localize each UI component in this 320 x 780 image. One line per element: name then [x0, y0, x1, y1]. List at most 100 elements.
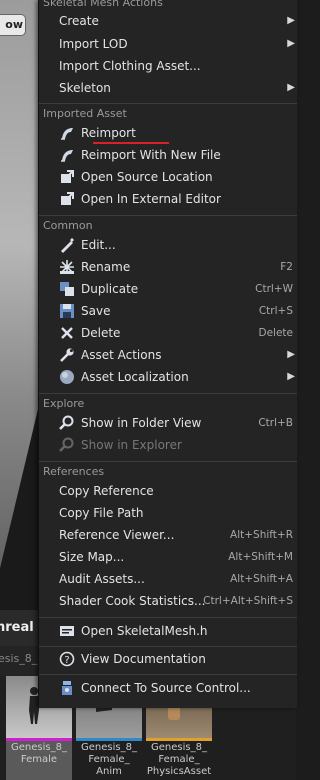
submenu-arrow-icon: ▶: [287, 82, 295, 93]
menu-item-label: Import Clothing Asset...: [59, 59, 201, 73]
menu-item-label: Size Map...: [59, 550, 125, 564]
submenu-arrow-icon: ▶: [287, 15, 295, 26]
menu-item-delete[interactable]: Delete Delete: [39, 322, 297, 344]
menu-item-copy-file-path[interactable]: Copy File Path: [39, 502, 297, 524]
menu-item-skeleton[interactable]: Skeleton ▶: [39, 77, 297, 99]
annotation-underline: [93, 142, 169, 144]
menu-separator: [39, 215, 297, 216]
menu-item-label: Audit Assets...: [59, 572, 145, 586]
submenu-arrow-icon: ▶: [287, 38, 295, 49]
menu-item-label: Copy File Path: [59, 506, 144, 520]
reimport-new-file-icon: [61, 150, 73, 162]
menu-item-connect-to-source-control[interactable]: Connect To Source Control...: [39, 677, 297, 699]
menu-item-label: Import LOD: [59, 37, 128, 51]
section-header-common: Common: [43, 219, 93, 232]
menu-item-label: Reimport With New File: [81, 148, 221, 162]
globe-icon: [60, 370, 74, 384]
menu-item-reimport[interactable]: Reimport: [39, 122, 297, 144]
menu-item-reimport-with-new-file[interactable]: Reimport With New File: [39, 144, 297, 166]
submenu-arrow-icon: ▶: [287, 371, 295, 382]
menu-item-open-header[interactable]: Open SkeletalMesh.h: [39, 620, 297, 642]
save-icon: [60, 304, 74, 318]
menu-separator: [39, 674, 297, 675]
menu-separator: [39, 617, 297, 618]
menu-item-label: Connect To Source Control...: [81, 681, 251, 695]
menu-item-label: Edit...: [81, 238, 116, 252]
menu-item-create[interactable]: Create ▶: [39, 10, 297, 32]
menu-item-copy-reference[interactable]: Copy Reference: [39, 480, 297, 502]
magnifier-icon: [59, 437, 74, 452]
menu-item-shortcut: Alt+Shift+A: [230, 573, 293, 585]
magnifier-icon: [59, 415, 74, 430]
section-header-skeletal-mesh-actions: Skeletal Mesh Actions: [43, 0, 163, 9]
menu-item-open-in-external-editor[interactable]: Open In External Editor: [39, 188, 297, 210]
menu-item-import-lod[interactable]: Import LOD ▶: [39, 33, 297, 55]
asset-type-bar: [6, 738, 72, 741]
submenu-arrow-icon: ▶: [287, 349, 295, 360]
wrench-icon: [60, 348, 74, 362]
menu-item-label: Open In External Editor: [81, 192, 221, 206]
menu-item-reference-viewer[interactable]: Reference Viewer... Alt+Shift+R: [39, 524, 297, 546]
menu-item-audit-assets[interactable]: Audit Assets... Alt+Shift+A: [39, 568, 297, 590]
menu-item-shortcut: Delete: [258, 327, 294, 339]
asset-label: Genesis_8_ Female: [11, 742, 67, 765]
menu-item-asset-localization[interactable]: Asset Localization ▶: [39, 366, 297, 388]
menu-item-label: View Documentation: [81, 652, 206, 666]
viewport-button[interactable]: ow: [0, 14, 26, 36]
menu-item-label: Open SkeletalMesh.h: [81, 624, 208, 638]
asset-type-bar: [146, 738, 212, 741]
menu-item-label: Shader Cook Statistics...: [59, 594, 206, 608]
section-header-explore: Explore: [43, 397, 85, 410]
menu-item-label: Reference Viewer...: [59, 528, 175, 542]
menu-item-shortcut: Ctrl+W: [255, 283, 293, 295]
menu-separator: [39, 646, 297, 647]
menu-separator: [39, 393, 297, 394]
menu-item-label: Copy Reference: [59, 484, 154, 498]
section-header-references: References: [43, 465, 105, 478]
asset-type-bar: [76, 738, 142, 741]
menu-item-label: Reimport: [81, 126, 136, 140]
context-menu: Skeletal Mesh Actions Create ▶ Import LO…: [38, 0, 297, 708]
menu-item-view-documentation[interactable]: ? View Documentation: [39, 648, 297, 670]
menu-item-shortcut: Alt+Shift+R: [230, 529, 293, 541]
menu-item-label: Rename: [81, 260, 131, 274]
help-icon: ?: [59, 651, 75, 667]
menu-item-edit[interactable]: Edit...: [39, 234, 297, 256]
menu-item-label: Show in Folder View: [81, 416, 202, 430]
reimport-icon: [61, 128, 73, 140]
menu-item-import-clothing-asset[interactable]: Import Clothing Asset...: [39, 55, 297, 77]
external-editor-icon: [61, 192, 74, 205]
menu-item-shortcut: F2: [280, 261, 293, 273]
menu-item-open-source-location[interactable]: Open Source Location: [39, 166, 297, 188]
menu-item-asset-actions[interactable]: Asset Actions ▶: [39, 344, 297, 366]
menu-separator: [39, 103, 297, 104]
rename-icon: [60, 260, 74, 274]
menu-item-show-in-explorer: Show in Explorer: [39, 434, 297, 456]
edit-icon: [61, 238, 74, 253]
menu-item-size-map[interactable]: Size Map... Alt+Shift+M: [39, 546, 297, 568]
duplicate-icon: [60, 282, 74, 296]
content-tab-label[interactable]: esis_8_: [0, 652, 37, 665]
menu-separator: [39, 461, 297, 462]
asset-label: Genesis_8_ Female_ PhysicsAsset: [146, 742, 212, 777]
viewport-background: [0, 0, 40, 610]
menu-item-duplicate[interactable]: Duplicate Ctrl+W: [39, 278, 297, 300]
svg-text:?: ?: [64, 655, 69, 666]
menu-item-label: Duplicate: [81, 282, 139, 296]
menu-item-save[interactable]: Save Ctrl+S: [39, 300, 297, 322]
code-file-icon: [60, 626, 74, 636]
open-source-location-icon: [61, 170, 74, 183]
menu-item-rename[interactable]: Rename F2: [39, 256, 297, 278]
menu-item-shader-cook-statistics[interactable]: Shader Cook Statistics... Ctrl+Alt+Shift…: [39, 590, 297, 612]
menu-item-label: Create: [59, 14, 99, 28]
menu-item-label: Skeleton: [59, 81, 111, 95]
menu-item-label: Delete: [81, 326, 121, 340]
source-control-icon: [62, 681, 72, 695]
menu-item-shortcut: Ctrl+S: [258, 305, 293, 317]
unreal-tab-label: nreal: [0, 610, 40, 646]
asset-label: Genesis_8_ Female_ Anim: [81, 742, 137, 777]
menu-item-show-in-folder-view[interactable]: Show in Folder View Ctrl+B: [39, 412, 297, 434]
menu-item-label: Asset Localization: [81, 370, 189, 384]
menu-item-label: Save: [81, 304, 111, 318]
menu-item-label: Open Source Location: [81, 170, 213, 184]
